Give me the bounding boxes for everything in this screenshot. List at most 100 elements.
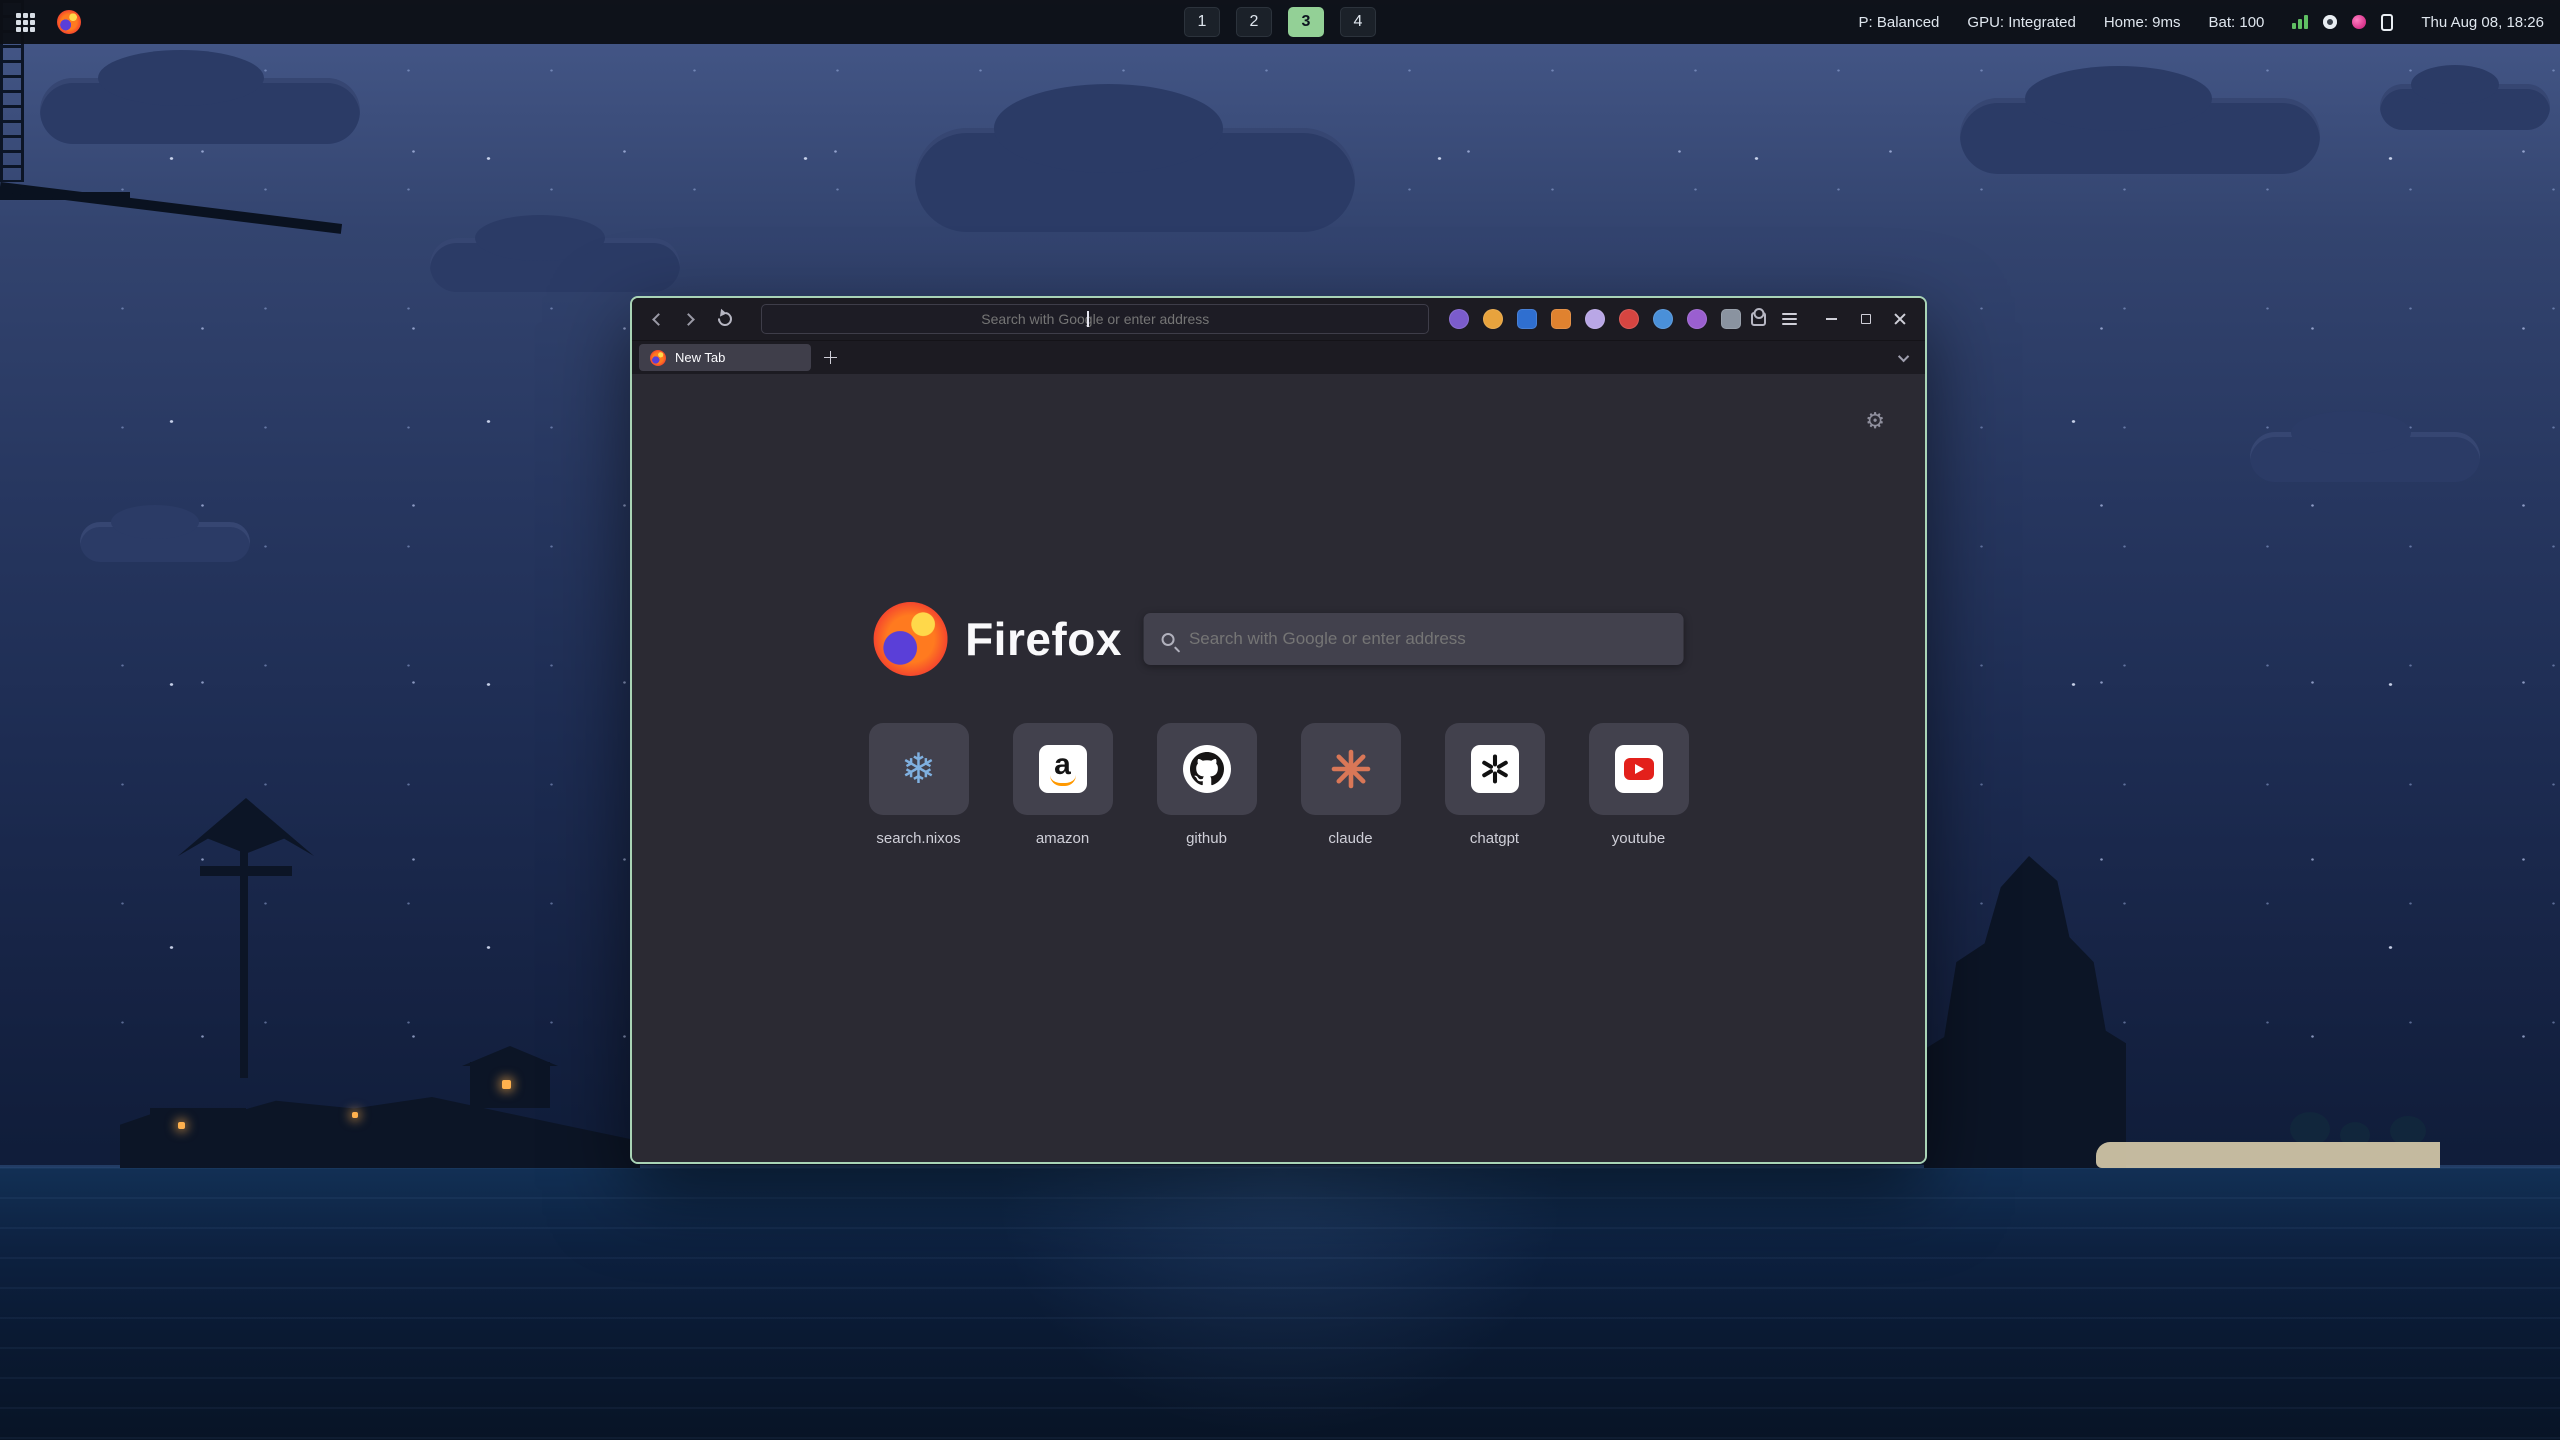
chatgpt-knot-icon <box>1471 745 1519 793</box>
shortcut-label: amazon <box>1036 830 1089 847</box>
extension-icon-3[interactable] <box>1517 309 1537 329</box>
text-caret <box>1087 311 1089 327</box>
amazon-letter: a <box>1054 752 1071 778</box>
shortcut-label: claude <box>1328 830 1372 847</box>
cloud <box>430 238 680 292</box>
url-bar[interactable] <box>761 304 1429 334</box>
reload-button[interactable] <box>711 304 739 334</box>
github-octocat-icon <box>1183 745 1231 793</box>
extension-icon-7[interactable] <box>1653 309 1673 329</box>
firefox-logo <box>873 602 947 676</box>
forward-icon <box>682 313 695 326</box>
shortcut-amazon[interactable]: a amazon <box>1013 723 1113 847</box>
tab-new-tab[interactable]: New Tab <box>639 344 811 371</box>
status-bar: 1 2 3 4 P: Balanced GPU: Integrated Home… <box>0 0 2560 44</box>
browser-toolbar <box>632 298 1925 340</box>
workspace-1[interactable]: 1 <box>1184 7 1220 37</box>
island-lamp <box>178 1122 185 1129</box>
amazon-icon: a <box>1039 745 1087 793</box>
shrub <box>2290 1112 2330 1146</box>
extension-icon-6[interactable] <box>1619 309 1639 329</box>
sea-glow <box>990 1167 1570 1440</box>
minimize-button[interactable] <box>1817 305 1847 333</box>
shortcut-tile <box>1301 723 1401 815</box>
shortcut-youtube[interactable]: youtube <box>1589 723 1689 847</box>
maximize-button[interactable] <box>1851 305 1881 333</box>
newtab-search-bar[interactable] <box>1144 613 1684 665</box>
cloud <box>2380 84 2550 130</box>
color-tray-icon[interactable] <box>2352 15 2366 29</box>
chevron-down-icon <box>1898 350 1909 361</box>
shortcut-search-nixos[interactable]: ❄ search.nixos <box>869 723 969 847</box>
workspace-3-active[interactable]: 3 <box>1288 7 1324 37</box>
home-latency-status: Home: 9ms <box>2104 14 2181 31</box>
island-lamp <box>352 1112 358 1118</box>
cloud <box>1960 98 2320 174</box>
window-controls <box>1817 305 1915 333</box>
shortcut-chatgpt[interactable]: chatgpt <box>1445 723 1545 847</box>
battery-status: Bat: 100 <box>2209 14 2265 31</box>
claude-starburst-icon <box>1329 747 1373 791</box>
search-icon <box>1162 633 1175 646</box>
tray-icons <box>2292 14 2393 31</box>
shortcut-tile: ❄ <box>869 723 969 815</box>
tab-list-button[interactable] <box>1892 345 1918 371</box>
url-input[interactable] <box>762 311 1428 327</box>
shortcut-tiles: ❄ search.nixos a amazon <box>869 723 1689 847</box>
extension-icon-1[interactable] <box>1449 309 1469 329</box>
app-launcher-icon[interactable] <box>16 13 35 32</box>
display-tray-icon[interactable] <box>2381 14 2393 31</box>
beach-sand <box>2096 1142 2440 1168</box>
shortcut-label: chatgpt <box>1470 830 1519 847</box>
extension-icon-4[interactable] <box>1551 309 1571 329</box>
cloud <box>915 128 1355 232</box>
watchtower-pole <box>240 826 248 1078</box>
extension-icon-9[interactable] <box>1721 309 1741 329</box>
workspace-2[interactable]: 2 <box>1236 7 1272 37</box>
forward-button[interactable] <box>676 304 704 334</box>
app-menu-button[interactable] <box>1782 313 1797 326</box>
cloud <box>80 522 250 562</box>
extension-icon-2[interactable] <box>1483 309 1503 329</box>
close-button[interactable] <box>1885 305 1915 333</box>
network-signal-icon[interactable] <box>2292 15 2308 29</box>
bluetooth-tray-icon[interactable] <box>2323 15 2337 29</box>
cloud <box>40 78 360 144</box>
firefox-window: New Tab ⚙ Firefox ❄ search.nixos <box>630 296 1927 1164</box>
shortcut-github[interactable]: github <box>1157 723 1257 847</box>
extension-icon-8[interactable] <box>1687 309 1707 329</box>
gpu-status: GPU: Integrated <box>1967 14 2075 31</box>
cloud <box>2250 432 2480 482</box>
firefox-wordmark: Firefox <box>965 612 1122 666</box>
tab-title: New Tab <box>675 350 725 365</box>
newtab-settings-gear-icon[interactable]: ⚙ <box>1865 410 1885 432</box>
shortcut-tile <box>1589 723 1689 815</box>
shortcut-label: youtube <box>1612 830 1665 847</box>
island-buildings <box>150 1108 246 1166</box>
shortcut-claude[interactable]: claude <box>1301 723 1401 847</box>
shortcut-tile <box>1445 723 1545 815</box>
shortcut-label: search.nixos <box>876 830 960 847</box>
amazon-smile <box>1050 775 1076 786</box>
extension-buttons <box>1449 309 1741 329</box>
reload-icon <box>715 309 735 329</box>
extensions-puzzle-icon[interactable] <box>1751 312 1766 326</box>
workspace-4[interactable]: 4 <box>1340 7 1376 37</box>
clock: Thu Aug 08, 18:26 <box>2421 14 2544 31</box>
newtab-hero: Firefox <box>873 602 1684 676</box>
island-lamp <box>502 1080 511 1089</box>
back-icon <box>652 313 665 326</box>
status-modules: P: Balanced GPU: Integrated Home: 9ms Ba… <box>1859 14 2544 31</box>
close-icon <box>1893 312 1907 326</box>
back-button[interactable] <box>642 304 670 334</box>
shortcut-label: github <box>1186 830 1227 847</box>
firefox-launcher-icon[interactable] <box>57 10 81 34</box>
maximize-icon <box>1861 314 1871 324</box>
new-tab-button[interactable] <box>817 344 844 371</box>
shortcut-tile: a <box>1013 723 1113 815</box>
extension-icon-5[interactable] <box>1585 309 1605 329</box>
shortcut-tile <box>1157 723 1257 815</box>
power-profile-status: P: Balanced <box>1859 14 1940 31</box>
newtab-search-input[interactable] <box>1189 629 1666 649</box>
youtube-play-icon <box>1615 745 1663 793</box>
